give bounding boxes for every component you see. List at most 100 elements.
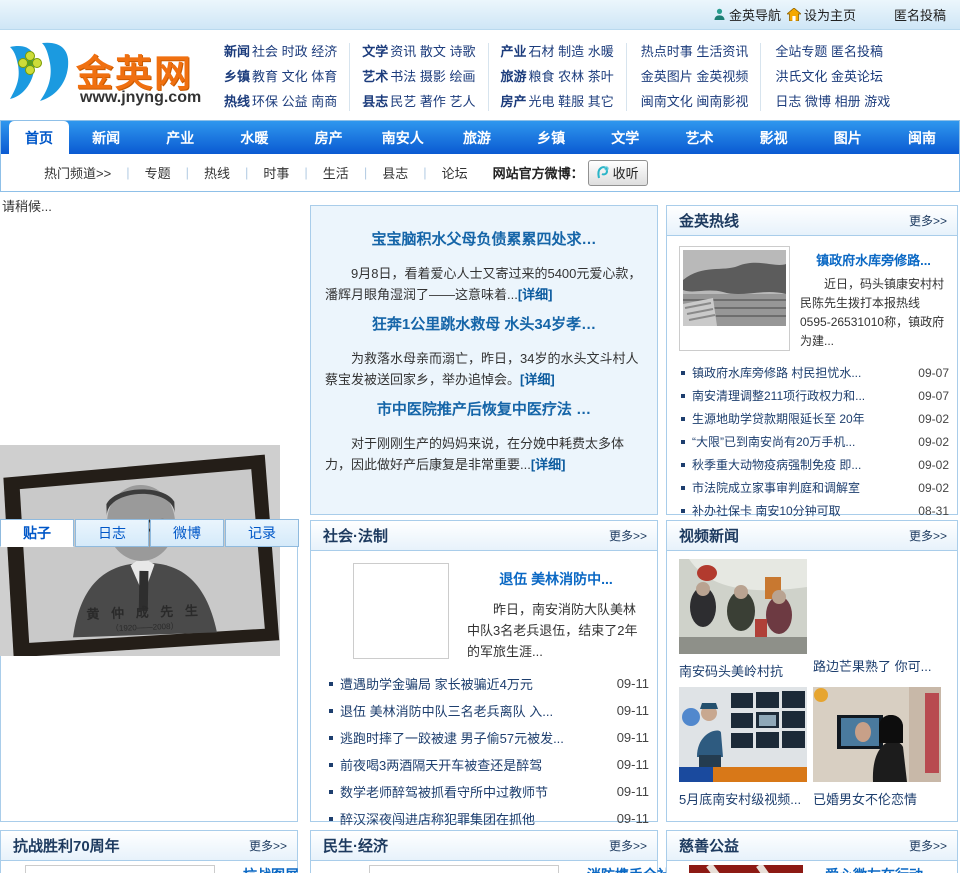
link-rest[interactable]: 光电 鞋服 其它	[529, 94, 614, 109]
news-link[interactable]: 前夜喝3两酒隔天开车被查还是醉驾	[340, 755, 611, 774]
charity-more-link[interactable]: 更多>>	[909, 837, 947, 854]
header-link-row[interactable]: 文学 资讯 散文 诗歌	[362, 41, 475, 63]
hotline-featured-title[interactable]: 镇政府水库旁修路...	[800, 250, 947, 269]
link-lead[interactable]: 房产	[501, 94, 527, 109]
economy-more-link[interactable]: 更多>>	[609, 837, 647, 854]
link-lead[interactable]: 艺术	[362, 69, 388, 84]
war-more-link[interactable]: 更多>>	[249, 837, 287, 854]
subnav-special[interactable]: 专题	[130, 163, 186, 182]
link-rest[interactable]: 教育 文化 体育	[252, 69, 337, 84]
video-caption[interactable]: 5月底南安村级视频...	[679, 787, 813, 813]
subnav-county[interactable]: 县志	[367, 163, 423, 182]
nav-tab-literature[interactable]: 文学	[588, 121, 662, 154]
video-caption[interactable]: 路边芒果熟了 你可...	[813, 654, 947, 680]
nav-tab-home[interactable]: 首页	[9, 121, 69, 154]
header-link-row[interactable]: 热线 环保 公益 南商	[224, 91, 337, 113]
header-link-row[interactable]: 县志 民艺 著作 艺人	[362, 91, 475, 113]
header-link-row[interactable]: 全站专题 匿名投稿	[773, 41, 890, 63]
link-rest[interactable]: 热点时事 生活资讯	[641, 44, 749, 59]
nav-tab-art[interactable]: 艺术	[662, 121, 736, 154]
header-link-row[interactable]: 热点时事 生活资讯	[639, 41, 749, 63]
link-lead[interactable]: 文学	[362, 44, 388, 59]
nav-tab-pictures[interactable]: 图片	[811, 121, 885, 154]
header-link-row[interactable]: 艺术 书法 摄影 绘画	[362, 66, 475, 88]
tab-records[interactable]: 记录	[225, 519, 299, 547]
header-link-row[interactable]: 产业 石材 制造 水暖	[501, 41, 614, 63]
charity-featured-title[interactable]: 爱心微友在行动...	[825, 865, 935, 873]
news-link[interactable]: 南安清理调整211项行政权力和...	[692, 387, 912, 404]
header-link-row[interactable]: 新闻 社会 时政 经济	[224, 41, 337, 63]
nav-tab-plumbing[interactable]: 水暖	[217, 121, 291, 154]
header-link-row[interactable]: 日志 微博 相册 游戏	[773, 91, 890, 113]
weibo-listen-button[interactable]: 收听	[587, 159, 648, 186]
subnav-forum[interactable]: 论坛	[427, 163, 483, 182]
news-link[interactable]: 市法院成立家事审判庭和调解室	[692, 479, 912, 496]
video-caption[interactable]: 南安码头美岭村抗	[679, 659, 813, 685]
site-nav-link[interactable]: 金英导航	[713, 5, 781, 24]
link-rest[interactable]: 日志 微博 相册 游戏	[775, 94, 890, 109]
news-link[interactable]: 生源地助学贷款期限延长至 20年	[692, 410, 912, 427]
economy-featured-photo[interactable]	[369, 865, 559, 873]
header-link-row[interactable]: 洪氏文化 金英论坛	[773, 66, 890, 88]
news-link[interactable]: 镇政府水库旁修路 村民担忧水...	[692, 364, 912, 381]
society-featured-photo[interactable]	[353, 563, 449, 659]
nav-tab-video[interactable]: 影视	[737, 121, 811, 154]
headline-title[interactable]: 狂奔1公里跳水救母 水头34岁孝…	[325, 313, 643, 334]
detail-link[interactable]: [详细]	[520, 372, 555, 387]
hotline-featured-photo[interactable]	[679, 246, 790, 351]
link-rest[interactable]: 洪氏文化 金英论坛	[775, 69, 883, 84]
link-lead[interactable]: 新闻	[224, 44, 250, 59]
news-link[interactable]: 退伍 美林消防中队三名老兵离队 入...	[340, 701, 611, 720]
set-homepage-link[interactable]: 设为主页	[786, 5, 856, 24]
nav-tab-news[interactable]: 新闻	[69, 121, 143, 154]
tab-weibo[interactable]: 微博	[150, 519, 224, 547]
news-link[interactable]: 秋季重大动物疫病强制免疫 即...	[692, 456, 912, 473]
link-rest[interactable]: 全站专题 匿名投稿	[775, 44, 883, 59]
tab-posts[interactable]: 贴子	[0, 519, 74, 547]
news-link[interactable]: 遭遇助学金骗局 家长被骗近4万元	[340, 674, 611, 693]
headline-title[interactable]: 市中医院推产后恢复中医疗法 …	[325, 398, 643, 419]
news-link[interactable]: 补办社保卡 南安10分钟可取	[692, 502, 912, 519]
link-rest[interactable]: 社会 时政 经济	[252, 44, 337, 59]
video-thumbnail-tv[interactable]	[813, 687, 941, 782]
header-link-row[interactable]: 旅游 粮食 农林 茶叶	[501, 66, 614, 88]
header-link-row[interactable]: 金英图片 金英视频	[639, 66, 749, 88]
header-link-row[interactable]: 乡镇 教育 文化 体育	[224, 66, 337, 88]
nav-tab-minnan[interactable]: 闽南	[885, 121, 959, 154]
nav-tab-industry[interactable]: 产业	[143, 121, 217, 154]
link-rest[interactable]: 资讯 散文 诗歌	[390, 44, 475, 59]
news-link[interactable]: “大限”已到南安尚有20万手机...	[692, 433, 912, 450]
tab-blogs[interactable]: 日志	[75, 519, 149, 547]
link-rest[interactable]: 环保 公益 南商	[252, 94, 337, 109]
video-thumbnail-police[interactable]	[679, 687, 807, 782]
headline-title[interactable]: 宝宝脑积水父母负债累累四处求…	[325, 228, 643, 249]
link-rest[interactable]: 闽南文化 闽南影视	[641, 94, 749, 109]
detail-link[interactable]: [详细]	[531, 457, 566, 472]
link-rest[interactable]: 石材 制造 水暖	[529, 44, 614, 59]
nav-tab-realestate[interactable]: 房产	[292, 121, 366, 154]
video-thumbnail-empty[interactable]	[813, 559, 941, 654]
link-lead[interactable]: 旅游	[501, 69, 527, 84]
nav-tab-nananren[interactable]: 南安人	[366, 121, 440, 154]
nav-tab-travel[interactable]: 旅游	[440, 121, 514, 154]
link-lead[interactable]: 产业	[501, 44, 527, 59]
link-lead[interactable]: 乡镇	[224, 69, 250, 84]
society-featured-title[interactable]: 退伍 美林消防中...	[467, 569, 645, 589]
link-rest[interactable]: 粮食 农林 茶叶	[529, 69, 614, 84]
subnav-hot-channels[interactable]: 热门频道>>	[29, 163, 126, 182]
video-thumbnail-elderly[interactable]	[679, 559, 807, 654]
link-lead[interactable]: 热线	[224, 94, 250, 109]
video-caption[interactable]: 已婚男女不伦恋情	[813, 787, 947, 813]
link-rest[interactable]: 书法 摄影 绘画	[390, 69, 475, 84]
society-more-link[interactable]: 更多>>	[609, 527, 647, 544]
hotline-more-link[interactable]: 更多>>	[909, 212, 947, 229]
detail-link[interactable]: [详细]	[518, 287, 553, 302]
subnav-current[interactable]: 时事	[248, 163, 304, 182]
portrait-photo[interactable]: 黄 仲 成 先 生 （1920——2008）	[0, 445, 280, 656]
link-lead[interactable]: 县志	[362, 94, 388, 109]
site-logo[interactable]: 金英网 www.jnyng.com	[8, 39, 208, 113]
nav-tab-township[interactable]: 乡镇	[514, 121, 588, 154]
link-rest[interactable]: 金英图片 金英视频	[641, 69, 749, 84]
war-featured-photo[interactable]	[25, 865, 215, 873]
news-link[interactable]: 逃跑时摔了一跤被逮 男子偷57元被发...	[340, 728, 611, 747]
